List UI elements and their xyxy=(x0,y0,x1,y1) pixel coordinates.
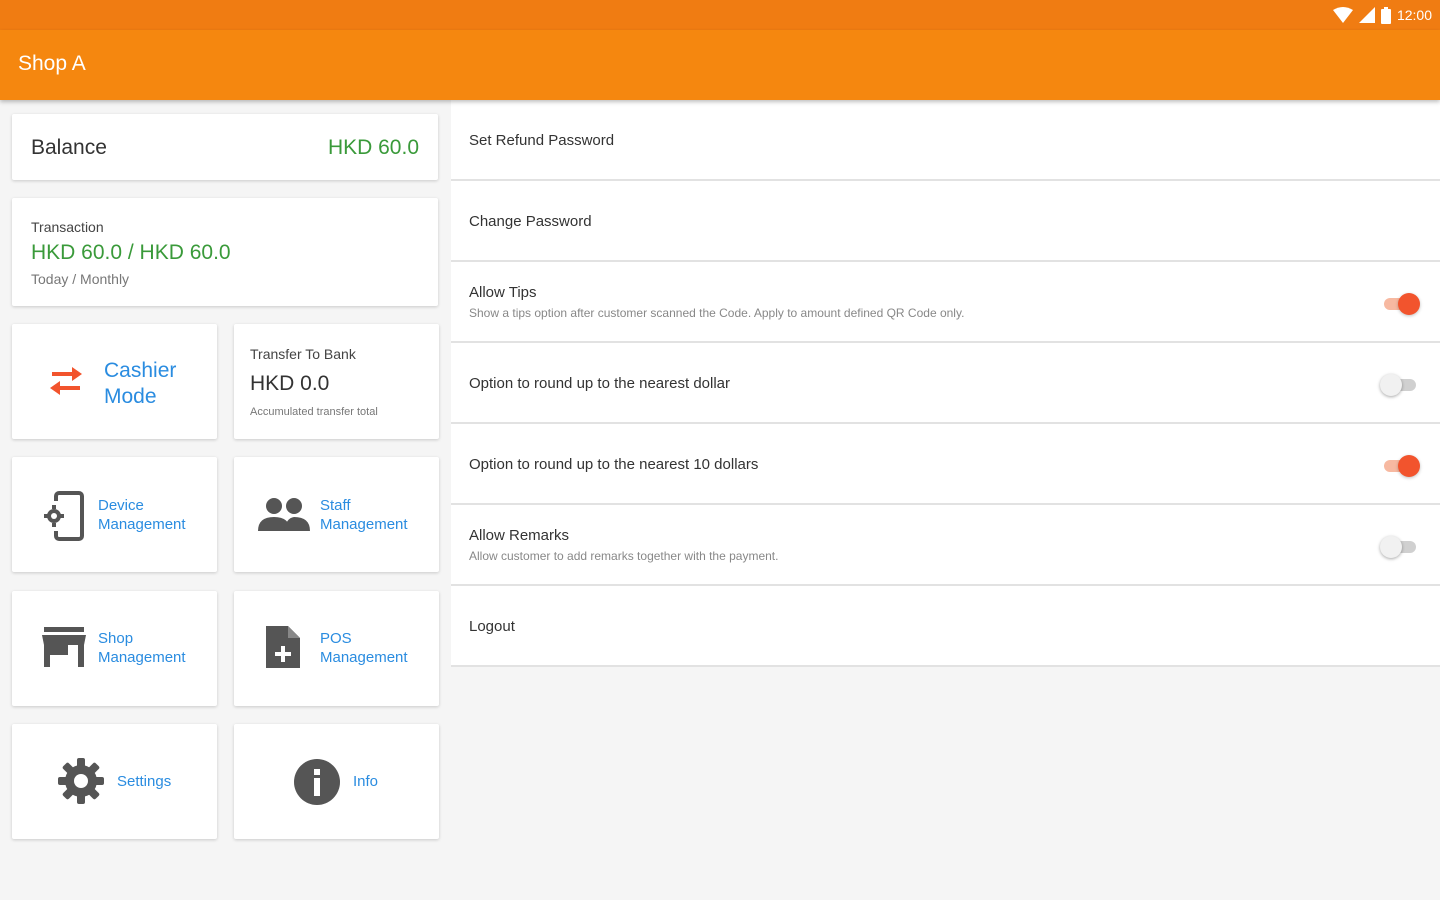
cashier-mode-label: Cashier Mode xyxy=(104,359,177,408)
settings-list: Set Refund Password Change Password Allo… xyxy=(451,100,1440,667)
pos-management-button[interactable]: POS Management xyxy=(234,591,439,706)
balance-label: Balance xyxy=(31,136,107,159)
allow-remarks-toggle[interactable] xyxy=(1380,536,1418,558)
status-time: 12:00 xyxy=(1396,7,1432,23)
store-icon xyxy=(42,627,86,672)
gear-icon xyxy=(57,757,105,810)
wifi-icon xyxy=(1332,7,1353,23)
device-management-button[interactable]: Device Management xyxy=(12,457,217,572)
transaction-period: Today / Monthly xyxy=(31,271,130,287)
change-password-item[interactable]: Change Password xyxy=(451,181,1440,262)
allow-tips-description: Show a tips option after customer scanne… xyxy=(469,306,965,320)
allow-tips-toggle[interactable] xyxy=(1382,293,1420,315)
device-settings-icon xyxy=(42,491,86,546)
status-bar: 12:00 xyxy=(0,0,1440,30)
cashier-mode-button[interactable]: Cashier Mode xyxy=(12,324,217,439)
allow-tips-item[interactable]: Allow Tips Show a tips option after cust… xyxy=(451,262,1440,343)
settings-button[interactable]: Settings xyxy=(12,724,217,839)
allow-tips-label: Allow Tips xyxy=(469,284,537,301)
allow-remarks-item[interactable]: Allow Remarks Allow customer to add rema… xyxy=(451,505,1440,586)
staff-management-label: Staff Management xyxy=(320,497,408,533)
add-document-icon xyxy=(264,624,302,675)
info-button[interactable]: Info xyxy=(234,724,439,839)
round-up-dollar-label: Option to round up to the nearest dollar xyxy=(469,375,731,392)
transaction-label: Transaction xyxy=(31,219,104,235)
info-icon xyxy=(293,758,341,811)
people-icon xyxy=(258,497,310,538)
logout-item[interactable]: Logout xyxy=(451,586,1440,667)
balance-card: Balance HKD 60.0 xyxy=(12,114,438,180)
status-icons: 12:00 xyxy=(1332,5,1432,25)
battery-icon xyxy=(1380,6,1391,24)
transfer-value: HKD 0.0 xyxy=(250,372,330,395)
set-refund-password-item[interactable]: Set Refund Password xyxy=(451,100,1440,181)
signal-icon xyxy=(1358,7,1375,23)
balance-value: HKD 60.0 xyxy=(327,136,419,159)
pos-management-label: POS Management xyxy=(320,630,408,666)
transaction-card: Transaction HKD 60.0 / HKD 60.0 Today / … xyxy=(12,198,438,306)
round-up-10-dollars-label: Option to round up to the nearest 10 dol… xyxy=(469,456,759,473)
device-management-label: Device Management xyxy=(98,497,186,533)
round-up-dollar-toggle[interactable] xyxy=(1380,374,1418,396)
allow-remarks-label: Allow Remarks xyxy=(469,527,570,544)
transfer-to-bank-card[interactable]: Transfer To Bank HKD 0.0 Accumulated tra… xyxy=(234,324,439,439)
app-bar: Shop A xyxy=(0,30,1440,100)
round-up-10-dollars-item[interactable]: Option to round up to the nearest 10 dol… xyxy=(451,424,1440,505)
change-password-label: Change Password xyxy=(469,213,592,230)
transfer-sub: Accumulated transfer total xyxy=(250,406,378,418)
shop-title: Shop A xyxy=(18,52,86,75)
round-up-dollar-item[interactable]: Option to round up to the nearest dollar xyxy=(451,343,1440,424)
allow-remarks-description: Allow customer to add remarks together w… xyxy=(469,549,779,563)
set-refund-password-label: Set Refund Password xyxy=(469,132,615,149)
shop-management-button[interactable]: Shop Management xyxy=(12,591,217,706)
staff-management-button[interactable]: Staff Management xyxy=(234,457,439,572)
round-up-10-dollars-toggle[interactable] xyxy=(1382,455,1420,477)
transfer-label: Transfer To Bank xyxy=(250,346,356,362)
swap-arrows-icon xyxy=(46,364,86,403)
transaction-value: HKD 60.0 / HKD 60.0 xyxy=(31,241,231,264)
shop-management-label: Shop Management xyxy=(98,630,186,666)
settings-label: Settings xyxy=(117,773,172,790)
logout-label: Logout xyxy=(469,618,515,635)
info-label: Info xyxy=(353,773,379,790)
